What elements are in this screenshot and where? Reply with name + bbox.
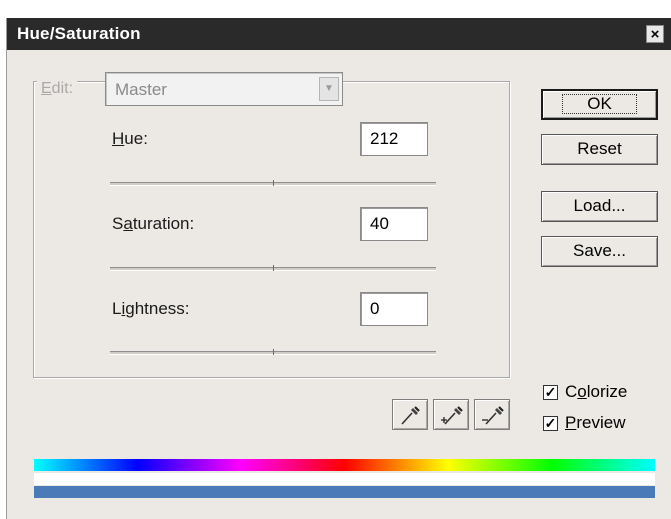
lightness-slider-thumb[interactable] bbox=[273, 349, 274, 355]
eyedropper-plus-button[interactable] bbox=[433, 399, 469, 430]
title-bar[interactable]: Hue/Saturation × bbox=[7, 18, 671, 50]
colorize-label[interactable]: Colorize bbox=[565, 382, 627, 402]
lightness-input[interactable]: 0 bbox=[360, 292, 428, 326]
edit-channel-value: Master bbox=[115, 80, 167, 99]
result-color-bar bbox=[34, 486, 655, 498]
lightness-label: Lightness: bbox=[112, 299, 190, 318]
saturation-slider-thumb[interactable] bbox=[273, 265, 274, 271]
hue-label: Hue: bbox=[112, 129, 148, 148]
preview-label[interactable]: Preview bbox=[565, 413, 625, 433]
save-button[interactable]: Save... bbox=[541, 236, 658, 267]
hue-slider-thumb[interactable] bbox=[273, 180, 274, 186]
eyedropper-icon bbox=[401, 406, 420, 425]
saturation-label: Saturation: bbox=[112, 214, 195, 233]
hue-input[interactable]: 212 bbox=[360, 122, 428, 156]
ok-button[interactable]: OK bbox=[541, 89, 658, 120]
window-title: Hue/Saturation bbox=[17, 24, 141, 43]
saturation-input[interactable]: 40 bbox=[360, 207, 428, 241]
color-spectrum-bar bbox=[34, 459, 655, 471]
eyedropper-minus-button[interactable] bbox=[474, 399, 510, 430]
colorize-checkbox[interactable]: ✓ bbox=[543, 385, 558, 400]
load-button[interactable]: Load... bbox=[541, 191, 658, 222]
preview-checkbox[interactable]: ✓ bbox=[543, 416, 558, 431]
edit-channel-select[interactable]: Master ▼ bbox=[105, 72, 343, 106]
eyedropper-plus-icon bbox=[441, 406, 463, 425]
eyedropper-minus-icon bbox=[482, 406, 504, 425]
spectrum-separator bbox=[34, 473, 655, 485]
edit-group-box bbox=[33, 81, 510, 378]
hue-saturation-dialog: Hue/Saturation × Edit: Master ▼ Hue: 212… bbox=[6, 18, 671, 519]
eyedropper-button[interactable] bbox=[392, 399, 428, 430]
edit-label: Edit: bbox=[37, 80, 78, 98]
reset-button[interactable]: Reset bbox=[541, 134, 658, 165]
close-icon[interactable]: × bbox=[646, 25, 664, 43]
chevron-down-icon[interactable]: ▼ bbox=[319, 77, 339, 101]
